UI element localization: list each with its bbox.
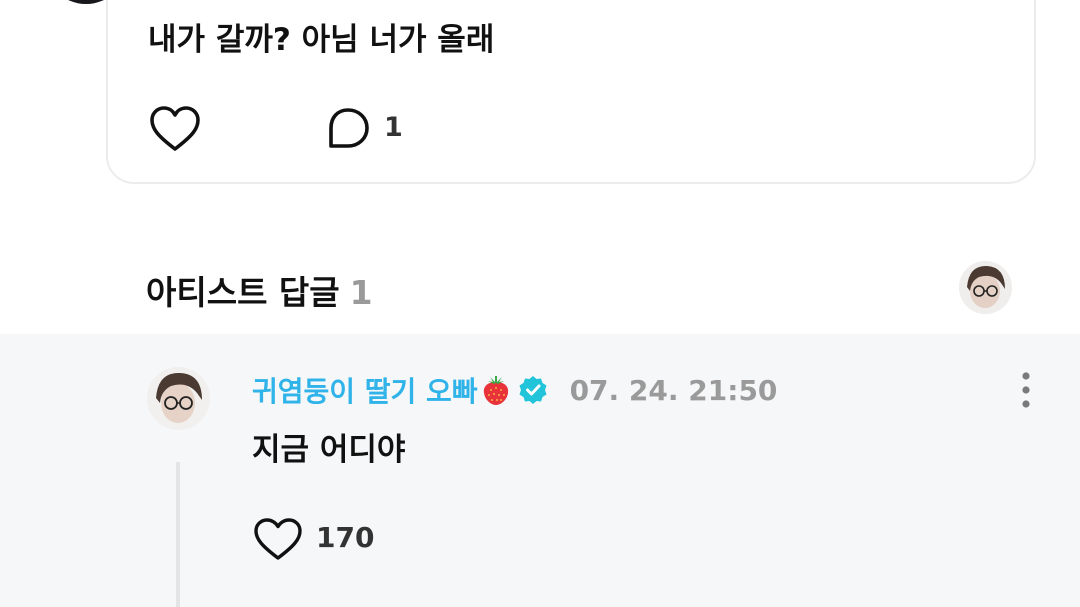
heart-outline-icon [254,518,302,560]
thread-line [176,462,180,607]
strawberry-icon [483,376,508,405]
artist-replies-label: 아티스트 답글 [146,273,340,312]
post-card: 내가 갈까? 아님 너가 올래 1 [44,0,1036,184]
post-text: 내가 갈까? 아님 너가 올래 [148,22,495,58]
reply-author-name[interactable]: 귀염둥이 딸기 오빠 [252,370,478,410]
post-author-avatar[interactable] [44,0,128,4]
verified-badge-icon [519,376,547,404]
screen: 내가 갈까? 아님 너가 올래 1 아티스트 답글 1 귀염둥이 딸기 오빠 0… [0,0,1080,607]
speech-bubble-icon [329,108,369,148]
artist-replies-count: 1 [349,273,373,312]
reply-like-button[interactable] [252,516,304,562]
more-options-button[interactable] [1012,370,1040,410]
artist-avatar[interactable] [959,261,1012,314]
post-like-button[interactable] [148,104,202,154]
reply-author-avatar[interactable] [147,367,210,430]
reply-author-row: 귀염둥이 딸기 오빠 07. 24. 21:50 [252,370,777,410]
artist-replies-title: 아티스트 답글 1 [146,266,373,314]
post-comment-button[interactable] [325,106,371,152]
reply-text: 지금 어디야 [252,432,406,468]
reply-timestamp: 07. 24. 21:50 [569,373,778,407]
reply-like-count: 170 [316,521,375,554]
heart-outline-icon [150,106,200,151]
more-vertical-icon [1022,372,1030,408]
reply-container: 귀염둥이 딸기 오빠 07. 24. 21:50 지금 어디야 170 [0,334,1080,607]
post-comment-count: 1 [384,112,403,143]
